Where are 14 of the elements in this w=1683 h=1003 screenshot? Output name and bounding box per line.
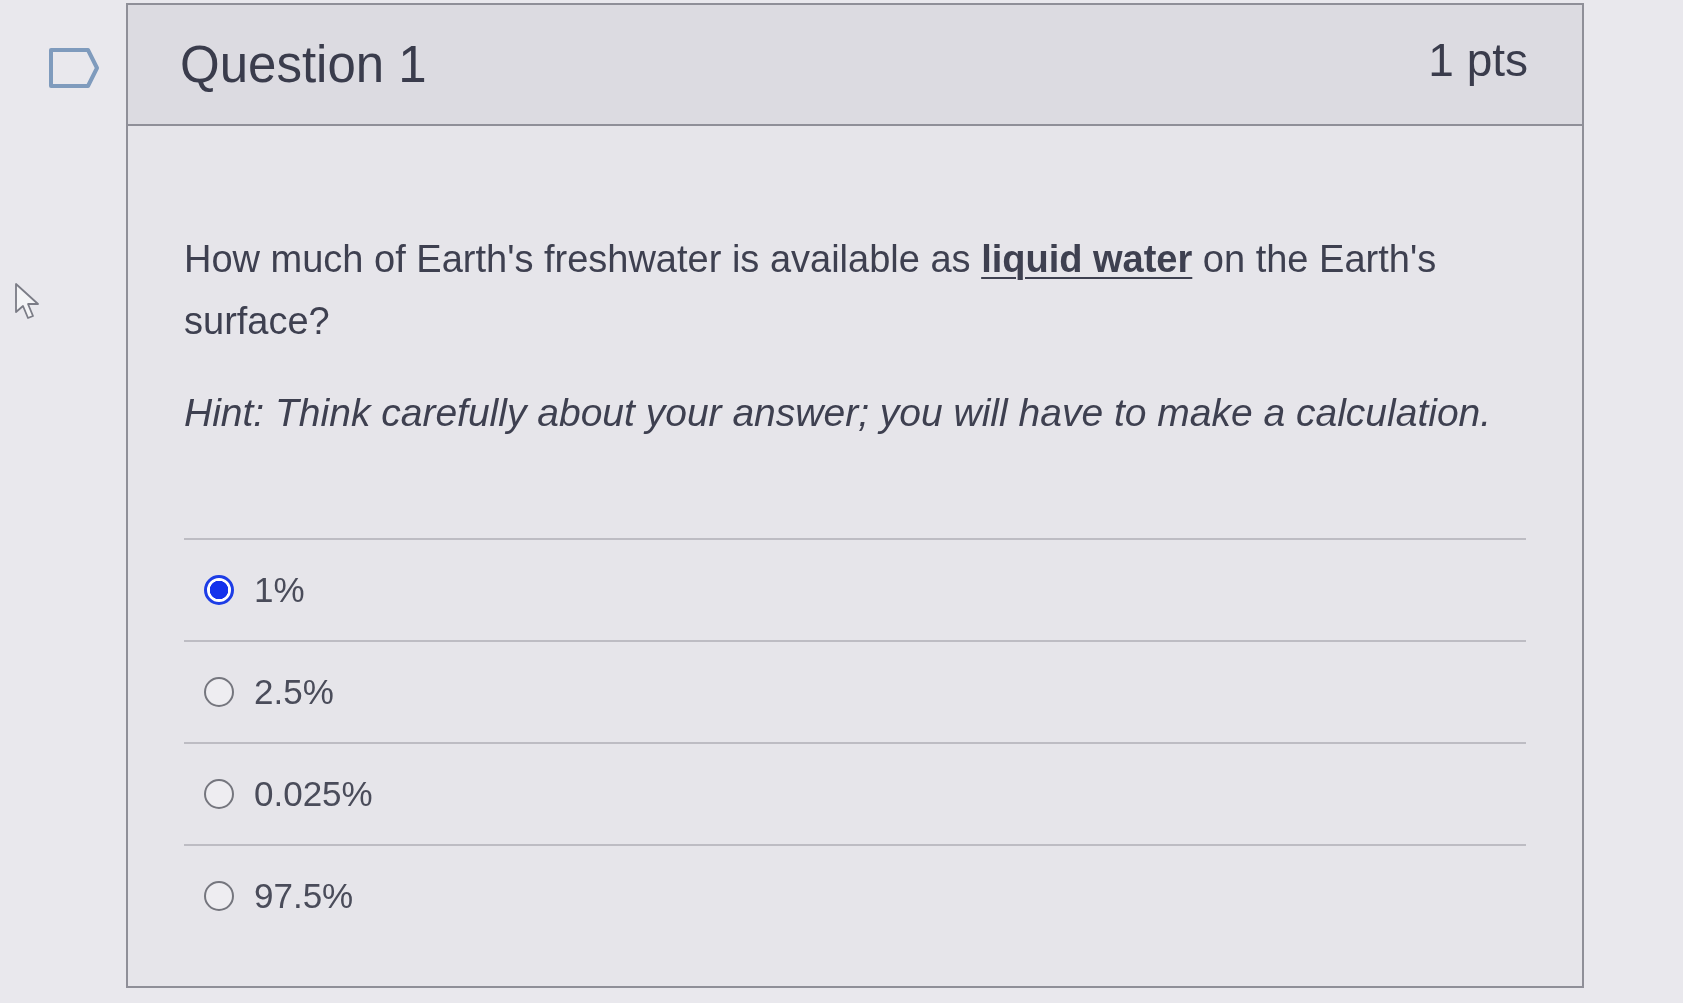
answer-option[interactable]: 1% xyxy=(184,538,1526,640)
radio-button[interactable] xyxy=(204,677,234,707)
answer-option[interactable]: 0.025% xyxy=(184,742,1526,844)
question-title: Question 1 xyxy=(180,35,427,94)
answer-option[interactable]: 97.5% xyxy=(184,844,1526,946)
question-text: How much of Earth's freshwater is available as liquid water on the Earth's surface? xyxy=(184,237,1438,344)
points-label: 1 pts xyxy=(1428,32,1528,87)
answer-option[interactable]: 2.5% xyxy=(184,640,1526,742)
flag-icon[interactable] xyxy=(48,47,100,89)
radio-button[interactable] xyxy=(204,575,234,605)
radio-button[interactable] xyxy=(204,881,234,911)
hint-text: Hint: Think carefully about your answer; you will have to make a calculation. xyxy=(184,390,1493,436)
pointer-icon xyxy=(14,282,40,320)
radio-button[interactable] xyxy=(204,779,234,809)
